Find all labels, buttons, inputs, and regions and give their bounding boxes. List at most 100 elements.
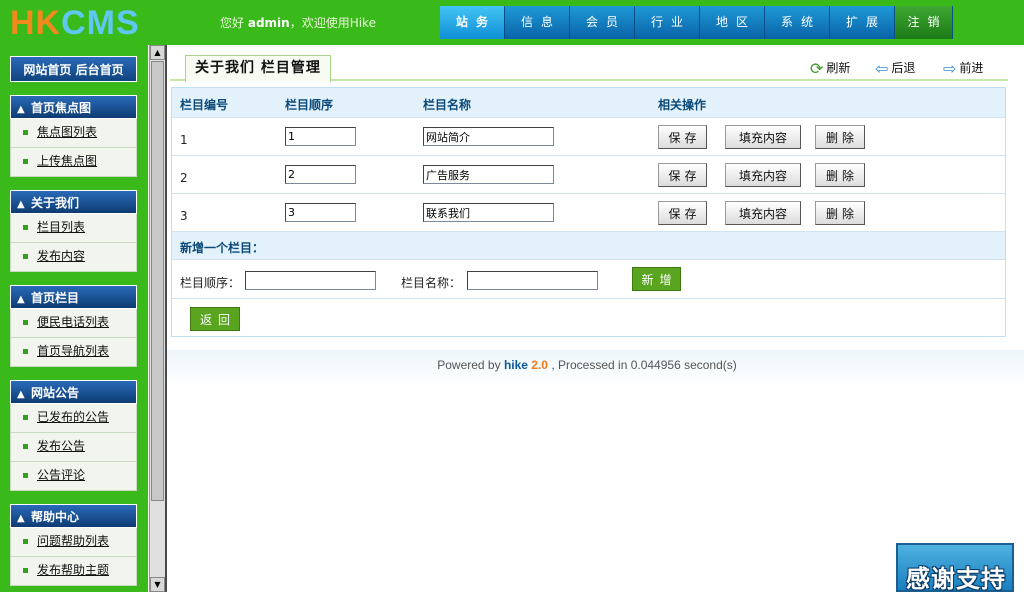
table-row: 1 保存 填充内容 删除 <box>172 118 1005 156</box>
sidebar-item-help-list[interactable]: 问题帮助列表 <box>10 528 137 557</box>
back-button[interactable]: ⇦ 后退 <box>875 58 915 78</box>
delete-button[interactable]: 删除 <box>815 201 865 225</box>
header-column-id: 栏目编号 <box>180 98 229 112</box>
footer-prefix: Powered by <box>437 358 501 372</box>
new-name-input[interactable] <box>467 271 598 290</box>
sidebar-item-label[interactable]: 发布公告 <box>37 439 85 453</box>
order-input[interactable] <box>285 203 356 222</box>
refresh-button[interactable]: ⟳ 刷新 <box>810 58 850 78</box>
fill-content-button[interactable]: 填充内容 <box>725 125 801 149</box>
page-title: 关于我们 栏目管理 <box>185 55 331 82</box>
admin-home-link[interactable]: 后台首页 <box>76 63 124 77</box>
order-input[interactable] <box>285 127 356 146</box>
nav-tab-members[interactable]: 会员 <box>570 6 635 39</box>
thanks-support-label: 感谢支持 <box>906 565 1006 593</box>
add-button[interactable]: 新增 <box>632 267 681 291</box>
row-id: 2 <box>180 171 188 185</box>
sidebar-item-focus-list[interactable]: 焦点图列表 <box>10 119 137 148</box>
nav-tab-system[interactable]: 系统 <box>765 6 830 39</box>
sidebar-item-label[interactable]: 焦点图列表 <box>37 125 97 139</box>
name-input[interactable] <box>423 165 554 184</box>
sidebar-group-header[interactable]: ▲ 首页栏目 <box>10 285 137 309</box>
sidebar-item-label[interactable]: 上传焦点图 <box>37 154 97 168</box>
fill-content-button[interactable]: 填充内容 <box>725 201 801 225</box>
sidebar-group-header[interactable]: ▲ 帮助中心 <box>10 504 137 528</box>
bullet-icon <box>23 473 28 478</box>
add-column-form: 栏目顺序： 栏目名称： 新增 <box>172 260 1005 299</box>
sidebar-item-label[interactable]: 发布内容 <box>37 249 85 263</box>
sidebar-item-label[interactable]: 问题帮助列表 <box>37 534 109 548</box>
sidebar-item-publish-content[interactable]: 发布内容 <box>10 243 137 272</box>
new-order-input[interactable] <box>245 271 376 290</box>
delete-button[interactable]: 删除 <box>815 163 865 187</box>
sidebar-item-label[interactable]: 栏目列表 <box>37 220 85 234</box>
thanks-support-banner[interactable]: 感谢支持 <box>896 543 1014 593</box>
scroll-down-arrow-icon[interactable]: ▼ <box>150 577 165 592</box>
save-button[interactable]: 保存 <box>658 201 707 225</box>
fill-content-button[interactable]: 填充内容 <box>725 163 801 187</box>
nav-tab-region[interactable]: 地区 <box>700 6 765 39</box>
footer: Powered by hike 2.0 , Processed in 0.044… <box>167 358 1007 372</box>
logo-part-cms: CMS <box>61 4 140 42</box>
nav-tab-info[interactable]: 信息 <box>505 6 570 39</box>
bullet-icon <box>23 415 28 420</box>
sidebar-item-phone-list[interactable]: 便民电话列表 <box>10 309 137 338</box>
footer-version: 2.0 <box>531 358 548 372</box>
site-home-link[interactable]: 网站首页 <box>23 63 71 77</box>
sidebar-quick-links: 网站首页 后台首页 <box>10 56 137 82</box>
back-label: 后退 <box>891 61 916 75</box>
logo: HKCMS <box>10 6 140 40</box>
bullet-icon <box>23 539 28 544</box>
order-input[interactable] <box>285 165 356 184</box>
sidebar-group-header[interactable]: ▲ 网站公告 <box>10 380 137 404</box>
scrollbar-thumb[interactable] <box>151 61 164 501</box>
sidebar-group-title: 帮助中心 <box>31 510 80 524</box>
sidebar-item-notice-comments[interactable]: 公告评论 <box>10 462 137 491</box>
sidebar-item-publish-help[interactable]: 发布帮助主题 <box>10 557 137 586</box>
sidebar-item-focus-upload[interactable]: 上传焦点图 <box>10 148 137 177</box>
sidebar-group-announcements: ▲ 网站公告 已发布的公告 发布公告 公告评论 <box>10 380 137 491</box>
nav-tab-logout[interactable]: 注销 <box>895 6 953 39</box>
new-order-label: 栏目顺序： <box>180 276 241 290</box>
save-button[interactable]: 保存 <box>658 125 707 149</box>
delete-button[interactable]: 删除 <box>815 125 865 149</box>
sidebar-group-header[interactable]: ▲ 关于我们 <box>10 190 137 214</box>
table-header: 栏目编号 栏目顺序 栏目名称 相关操作 <box>172 88 1005 118</box>
sidebar-item-publish-notice[interactable]: 发布公告 <box>10 433 137 462</box>
save-button[interactable]: 保存 <box>658 163 707 187</box>
sidebar-item-column-list[interactable]: 栏目列表 <box>10 214 137 243</box>
return-row: 返回 <box>172 299 1005 336</box>
sidebar-item-label[interactable]: 便民电话列表 <box>37 315 109 329</box>
sidebar-group-title: 首页栏目 <box>31 291 80 305</box>
add-column-header: 新增一个栏目： <box>172 232 1005 260</box>
sidebar-item-label[interactable]: 首页导航列表 <box>37 344 109 358</box>
sidebar-item-label[interactable]: 发布帮助主题 <box>37 563 109 577</box>
table-row: 3 保存 填充内容 删除 <box>172 194 1005 232</box>
sidebar-item-published-notices[interactable]: 已发布的公告 <box>10 404 137 433</box>
nav-tab-industry[interactable]: 行业 <box>635 6 700 39</box>
title-bar: 关于我们 栏目管理 ⟳ 刷新 ⇦ 后退 ⇨ 前进 <box>170 49 1008 82</box>
sidebar-group-title: 首页焦点图 <box>31 101 92 115</box>
nav-tab-extensions[interactable]: 扩展 <box>830 6 895 39</box>
sidebar-item-label[interactable]: 已发布的公告 <box>37 410 109 424</box>
bullet-icon <box>23 320 28 325</box>
bullet-icon <box>23 130 28 135</box>
arrow-right-icon: ⇨ <box>943 58 957 78</box>
row-id: 3 <box>180 209 188 223</box>
scroll-up-arrow-icon[interactable]: ▲ <box>150 45 165 60</box>
nav-tab-site-affairs[interactable]: 站务 <box>440 6 505 39</box>
sidebar-group-home-columns: ▲ 首页栏目 便民电话列表 首页导航列表 <box>10 285 137 367</box>
sidebar-group-header[interactable]: ▲ 首页焦点图 <box>10 95 137 119</box>
header-column-order: 栏目顺序 <box>285 98 334 112</box>
return-button[interactable]: 返回 <box>190 307 240 331</box>
footer-suffix: , Processed in 0.044956 second(s) <box>551 358 737 372</box>
sidebar-item-nav-list[interactable]: 首页导航列表 <box>10 338 137 367</box>
footer-brand: hike <box>503 358 528 372</box>
sidebar-scrollbar[interactable]: ▲ ▼ <box>149 45 165 592</box>
forward-button[interactable]: ⇨ 前进 <box>943 58 983 78</box>
welcome-prefix: 您好 <box>220 16 245 30</box>
sidebar-group-title: 关于我们 <box>31 196 80 210</box>
sidebar-item-label[interactable]: 公告评论 <box>37 468 85 482</box>
name-input[interactable] <box>423 127 554 146</box>
name-input[interactable] <box>423 203 554 222</box>
